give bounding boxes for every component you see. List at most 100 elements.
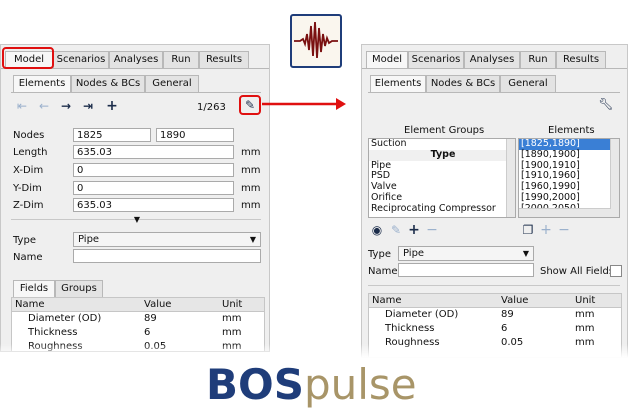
bottom-fade [0,344,630,358]
collapse-arrow-icon[interactable]: ▼ [131,213,143,227]
chevron-down-icon: ▼ [249,235,256,244]
elements-vscrollbar[interactable] [610,139,619,217]
type-label: Type [13,235,36,246]
cell-value: 6 [501,323,508,334]
table-row[interactable]: Thickness 6 mm [12,326,264,339]
add-icon[interactable]: + [408,223,420,237]
node-b-input[interactable]: 1890 [156,128,234,142]
tab-analyses[interactable]: Analyses [464,51,520,68]
logo-pulse: pulse [303,360,417,409]
column-name: Name [15,299,45,310]
xdim-input[interactable]: 0 [73,163,234,177]
tab-run[interactable]: Run [520,51,556,68]
tab-general[interactable]: General [145,75,199,92]
subtab-divider [368,92,620,93]
column-unit: Unit [222,299,243,310]
first-icon[interactable]: ⇤ [15,99,29,113]
table-row[interactable]: Thickness 6 mm [369,322,621,335]
tab-divider [362,68,627,69]
cell-value: 89 [144,313,157,324]
elements-hscrollbar[interactable] [519,208,611,217]
column-value: Value [144,299,172,310]
type-label: Type [368,249,391,260]
ydim-label: Y-Dim [13,183,42,194]
elements-title: Elements [548,125,595,136]
next-icon[interactable]: → [59,99,73,113]
cell-name: Thickness [385,323,435,334]
model-tab-highlight [2,47,54,69]
table-row[interactable]: Diameter (OD) 89 mm [12,312,264,325]
show-all-fields-checkbox[interactable] [610,265,622,277]
list-item[interactable]: [1890,1900] [519,149,619,161]
tab-nodes-bcs[interactable]: Nodes & BCs [71,75,145,92]
logo-bos: BOS [206,360,304,409]
prev-icon[interactable]: ← [37,99,51,113]
cell-name: Diameter (OD) [385,309,459,320]
name-input[interactable] [398,263,534,277]
name-label: Name [368,266,398,277]
copy-icon[interactable]: ❐ [522,223,534,237]
column-name: Name [372,295,402,306]
tab-scenarios[interactable]: Scenarios [408,51,464,68]
cell-name: Thickness [28,327,78,338]
tab-fields[interactable]: Fields [13,280,55,297]
cell-name: Diameter (OD) [28,313,102,324]
type-select[interactable]: Pipe ▼ [73,232,261,247]
add-icon[interactable]: + [105,99,119,113]
tab-model[interactable]: Model [366,51,408,68]
show-all-fields-label: Show All Fields [540,266,615,277]
edit-icon[interactable]: ✎ [390,223,402,237]
list-item[interactable]: Reciprocating Compressor [369,203,515,215]
type-select[interactable]: Pipe ▼ [398,246,534,261]
tab-elements[interactable]: Elements [13,75,71,92]
page-counter: 1/263 [197,102,226,113]
tab-results[interactable]: Results [199,51,249,68]
length-unit: mm [241,147,261,158]
table-header: Name Value Unit [12,298,264,312]
cell-unit: mm [222,327,242,338]
cell-unit: mm [222,313,242,324]
table-row[interactable]: Diameter (OD) 89 mm [369,308,621,321]
subtab-divider [11,92,261,93]
name-input[interactable] [73,249,261,263]
cell-unit: mm [575,309,595,320]
length-input[interactable]: 635.03 [73,145,234,159]
type-select-value: Pipe [78,234,100,245]
tab-scenarios[interactable]: Scenarios [53,51,109,68]
element-groups-title: Element Groups [404,125,485,136]
remove-icon[interactable]: − [426,223,438,237]
tab-run[interactable]: Run [163,51,199,68]
add-icon[interactable]: + [540,223,552,237]
wrench-icon[interactable]: 🔧︎ [598,97,614,111]
tab-general[interactable]: General [500,75,556,92]
list-item: Type [369,149,515,161]
eye-icon[interactable]: ◉ [370,223,384,237]
list-item[interactable]: Pipe [369,160,515,172]
left-panel: Model Scenarios Analyses Run Results Ele… [0,44,270,352]
tab-elements[interactable]: Elements [370,75,426,92]
tab-groups[interactable]: Groups [55,280,103,297]
remove-icon[interactable]: − [558,223,570,237]
last-icon[interactable]: ⇥ [81,99,95,113]
ydim-unit: mm [241,183,261,194]
xdim-label: X-Dim [13,165,44,176]
tab-results[interactable]: Results [556,51,606,68]
length-label: Length [13,147,48,158]
table-header: Name Value Unit [369,294,621,308]
cell-value: 89 [501,309,514,320]
tab-analyses[interactable]: Analyses [109,51,163,68]
tab-nodes-bcs[interactable]: Nodes & BCs [426,75,500,92]
ydim-input[interactable]: 0 [73,181,234,195]
element-groups-list[interactable]: Suction Type Pipe PSD Valve Orifice Reci… [368,138,516,218]
elements-list[interactable]: [1825,1890] [1890,1900] [1900,1910] [191… [518,138,620,218]
cell-unit: mm [575,323,595,334]
name-label: Name [13,252,43,263]
column-value: Value [501,295,529,306]
edit-icon[interactable]: ✎ [243,98,257,112]
zdim-unit: mm [241,200,261,211]
column-unit: Unit [575,295,596,306]
zdim-input[interactable]: 635.03 [73,198,234,212]
bospulse-logo: BOSpulse [206,357,436,413]
groups-scrollbar[interactable] [506,139,515,217]
node-a-input[interactable]: 1825 [73,128,151,142]
